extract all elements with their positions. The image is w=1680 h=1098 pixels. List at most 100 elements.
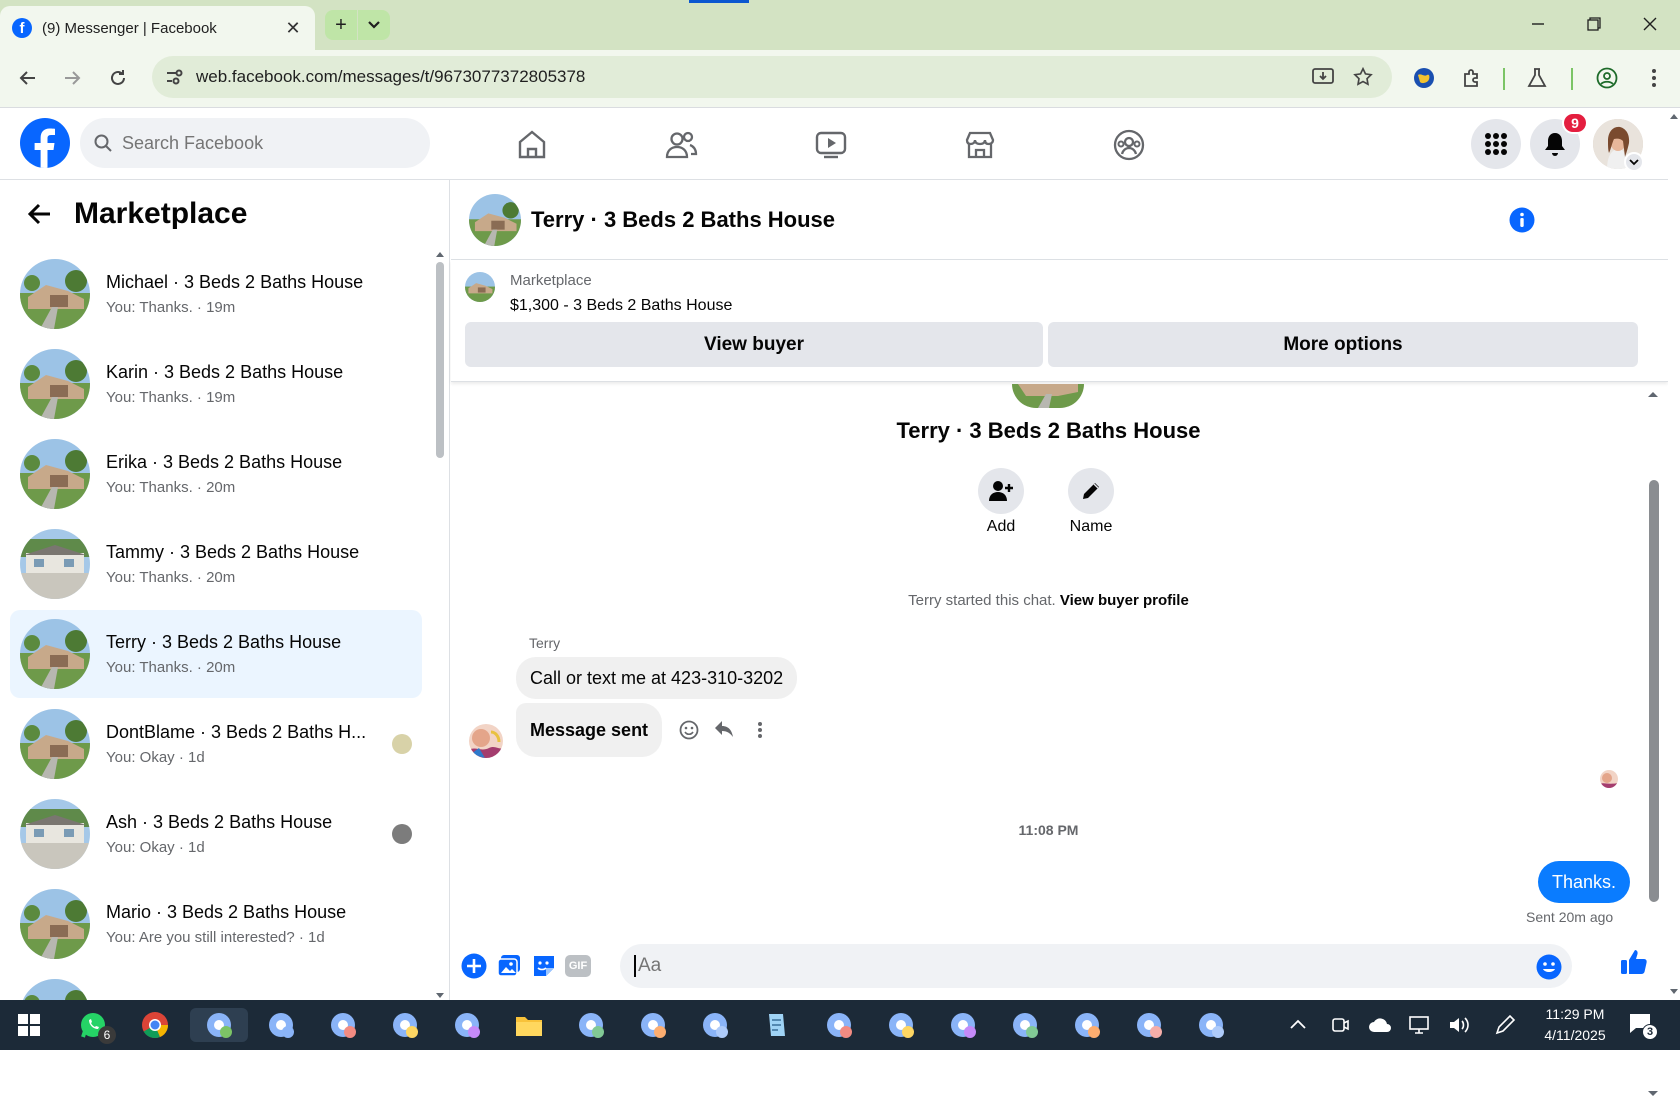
bookmark-star-icon[interactable]: [1352, 66, 1374, 88]
my-message-bubble[interactable]: Thanks.: [1538, 861, 1631, 903]
nav-video[interactable]: [806, 124, 856, 166]
taskbar-chrome-profile[interactable]: [1008, 1008, 1042, 1042]
sidebar-scrollbar-thumb[interactable]: [436, 262, 444, 458]
profile-button[interactable]: [1593, 64, 1621, 92]
url-text[interactable]: web.facebook.com/messages/t/967307737280…: [196, 67, 585, 87]
taskbar-chrome-profile[interactable]: [1132, 1008, 1166, 1042]
conversation-row[interactable]: Mario · 3 Beds 2 Baths House You: Are you…: [10, 880, 422, 968]
listing-thumbnail[interactable]: [465, 272, 495, 302]
taskbar-chrome-profile-active[interactable]: [190, 1008, 248, 1042]
sender-avatar[interactable]: [469, 724, 503, 758]
chat-avatar[interactable]: [469, 193, 521, 246]
taskbar-chrome-profile[interactable]: [264, 1008, 298, 1042]
message-input-box[interactable]: [620, 944, 1572, 988]
site-settings-icon[interactable]: [164, 67, 184, 87]
conversation-row[interactable]: Ash · 3 Beds 2 Baths House You: Okay · 1d: [10, 790, 422, 878]
nav-home[interactable]: [507, 124, 557, 166]
edit-name-button[interactable]: [1068, 468, 1114, 514]
conversation-row[interactable]: Karin · 3 Beds 2 Baths House You: Thanks.…: [10, 340, 422, 428]
conversation-row[interactable]: Erika · 3 Beds 2 Baths House You: Thanks.…: [10, 430, 422, 518]
add-people-button[interactable]: [978, 468, 1024, 514]
nav-marketplace[interactable]: [955, 124, 1005, 166]
chat-title[interactable]: Terry · 3 Beds 2 Baths House: [531, 207, 835, 233]
tab-search-button[interactable]: [358, 10, 390, 40]
back-arrow-icon[interactable]: [28, 203, 52, 225]
taskbar-notepad[interactable]: [760, 1008, 794, 1042]
more-vertical-icon[interactable]: [757, 721, 763, 739]
notification-center-button[interactable]: 3: [1628, 1012, 1658, 1040]
view-buyer-button[interactable]: View buyer: [465, 322, 1043, 367]
omnibox[interactable]: web.facebook.com/messages/t/967307737280…: [152, 56, 1392, 98]
minimize-button[interactable]: [1518, 10, 1558, 38]
listing-price-title[interactable]: $1,300 - 3 Beds 2 Baths House: [510, 297, 732, 315]
facebook-logo[interactable]: [20, 118, 70, 168]
forward-button[interactable]: [58, 64, 86, 92]
taskbar-chrome-profile[interactable]: [326, 1008, 360, 1042]
reply-icon[interactable]: [714, 720, 734, 738]
start-button[interactable]: [12, 1008, 46, 1042]
message-bubble[interactable]: Call or text me at 423-310-3202: [516, 657, 798, 699]
taskbar-chrome-profile[interactable]: [636, 1008, 670, 1042]
labs-button[interactable]: [1523, 64, 1551, 92]
account-dropdown[interactable]: [1624, 152, 1644, 172]
browser-tab[interactable]: f (9) Messenger | Facebook ✕: [0, 6, 315, 50]
conversation-row[interactable]: Michael · 3 Beds 2 Baths House You: Thank…: [10, 250, 422, 338]
taskbar-chrome-profile[interactable]: [450, 1008, 484, 1042]
page-scrollbar[interactable]: [1668, 108, 1680, 1000]
sticker-button[interactable]: [530, 952, 558, 980]
conversation-row[interactable]: Maria · 3 Beds 2 Baths House: [10, 970, 422, 1000]
close-window-button[interactable]: [1630, 10, 1670, 38]
send-like-button[interactable]: [1620, 948, 1648, 976]
nav-groups[interactable]: [1104, 124, 1154, 166]
conversation-info-icon[interactable]: [1509, 207, 1535, 233]
restore-button[interactable]: [1574, 10, 1614, 38]
tab-close-icon[interactable]: ✕: [283, 18, 303, 39]
attach-photo-button[interactable]: [495, 952, 523, 980]
back-button[interactable]: [14, 64, 42, 92]
conversation-row[interactable]: Tammy · 3 Beds 2 Baths House You: Thanks.…: [10, 520, 422, 608]
emoji-icon[interactable]: [1536, 954, 1562, 980]
taskbar-chrome-profile[interactable]: [574, 1008, 608, 1042]
more-options-button[interactable]: More options: [1048, 322, 1638, 367]
reload-button[interactable]: [104, 64, 132, 92]
chat-scrollbar-thumb[interactable]: [1649, 480, 1659, 902]
volume-icon[interactable]: [1448, 1015, 1470, 1035]
scroll-up-icon[interactable]: [1648, 390, 1658, 398]
taskbar-file-explorer[interactable]: [512, 1008, 546, 1042]
view-buyer-profile-link[interactable]: View buyer profile: [1060, 592, 1189, 609]
taskbar-chrome-profile[interactable]: [1194, 1008, 1228, 1042]
more-actions-button[interactable]: [460, 952, 488, 980]
extension-globe-button[interactable]: [1410, 64, 1438, 92]
conversation-row[interactable]: Terry · 3 Beds 2 Baths House You: Thanks.…: [10, 610, 422, 698]
meet-icon[interactable]: [1330, 1015, 1350, 1035]
extensions-button[interactable]: [1458, 64, 1486, 92]
scroll-up-icon[interactable]: [436, 250, 444, 258]
scroll-down-icon[interactable]: [1670, 988, 1678, 996]
system-clock[interactable]: 11:29 PM 4/11/2025: [1530, 1004, 1620, 1046]
taskbar-chrome-profile[interactable]: [1070, 1008, 1104, 1042]
taskbar-chrome-profile[interactable]: [946, 1008, 980, 1042]
conversation-row[interactable]: DontBlame · 3 Beds 2 Baths H... You: Okay…: [10, 700, 422, 788]
react-emoji-icon[interactable]: [679, 720, 699, 740]
scroll-down-icon[interactable]: [1648, 1090, 1658, 1098]
install-app-icon[interactable]: [1312, 67, 1334, 87]
facebook-search[interactable]: [80, 118, 430, 168]
taskbar-whatsapp[interactable]: 6: [76, 1008, 116, 1044]
pen-icon[interactable]: [1494, 1014, 1516, 1036]
message-input[interactable]: [634, 955, 1514, 977]
message-bubble[interactable]: Message sent: [516, 703, 663, 757]
network-icon[interactable]: [1408, 1015, 1430, 1035]
taskbar-chrome-profile[interactable]: [822, 1008, 856, 1042]
taskbar-chrome-profile[interactable]: [388, 1008, 422, 1042]
onedrive-cloud-icon[interactable]: [1368, 1017, 1392, 1033]
scroll-down-icon[interactable]: [436, 992, 444, 1000]
tray-chevron-up-icon[interactable]: [1290, 1018, 1306, 1030]
taskbar-chrome-profile[interactable]: [698, 1008, 732, 1042]
taskbar-chrome-profile[interactable]: [884, 1008, 918, 1042]
menu-button[interactable]: [1471, 119, 1521, 169]
search-input[interactable]: [122, 132, 412, 154]
nav-friends[interactable]: [656, 124, 706, 166]
browser-menu-button[interactable]: [1640, 64, 1668, 92]
gif-button[interactable]: GIF: [564, 952, 592, 980]
new-tab-button[interactable]: +: [325, 10, 357, 40]
